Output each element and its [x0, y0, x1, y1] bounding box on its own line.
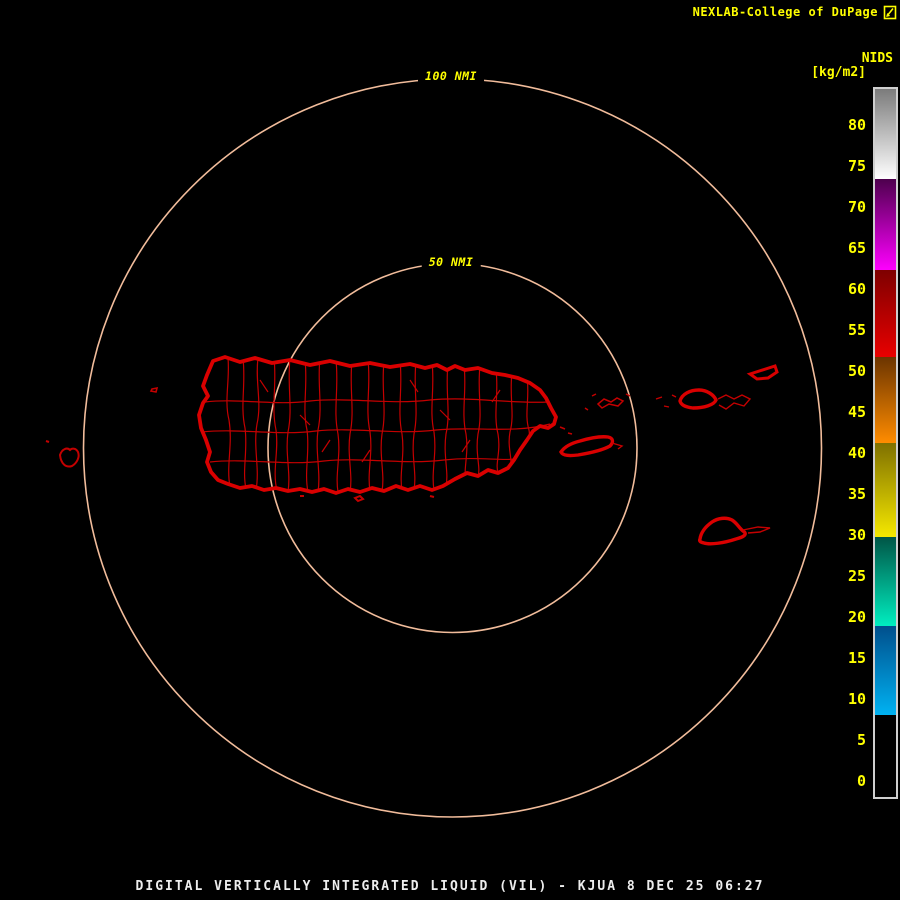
credit-text: NEXLAB-College of DuPage — [692, 5, 878, 19]
product-title: DIGITAL VERTICALLY INTEGRATED LIQUID (VI… — [135, 879, 765, 894]
st-croix-island — [697, 516, 771, 546]
colorbar — [873, 87, 898, 799]
st-john-island — [717, 394, 752, 410]
colorbar-units: [kg/m2] — [811, 65, 866, 80]
tortola-island — [746, 364, 779, 381]
colorbar-segment-teal — [875, 536, 896, 626]
range-ring-50nmi — [267, 262, 638, 634]
st-thomas-island — [655, 388, 752, 410]
mona-islet-dot — [45, 440, 50, 443]
range-ring-label-50nmi: 50 NMI — [421, 255, 481, 269]
desecheo-island — [149, 386, 159, 393]
radar-map — [45, 78, 823, 818]
colorbar-segment-orange — [875, 357, 896, 444]
range-ring-100nmi — [82, 78, 823, 818]
colorbar-segment-magenta — [875, 179, 896, 271]
culebra-island — [559, 393, 631, 435]
colorbar-title: NIDS — [861, 51, 893, 66]
colorbar-segment-red — [875, 270, 896, 358]
colorbar-gradient — [875, 89, 896, 797]
south-coast-islets — [300, 494, 435, 503]
colorbar-segment-black — [875, 715, 896, 797]
dupage-logo-icon — [883, 5, 897, 20]
colorbar-segment-blue — [875, 626, 896, 716]
range-ring-label-100nmi: 100 NMI — [418, 69, 484, 83]
vieques-island — [559, 435, 624, 458]
credit-line: NEXLAB-College of DuPage — [693, 4, 897, 20]
puerto-rico-island — [197, 355, 558, 503]
colorbar-segment-gray — [875, 89, 896, 180]
mona-island — [58, 447, 80, 468]
radar-screen: 100 NMI 50 NMI NEXLAB-College of DuPage … — [0, 0, 900, 900]
puerto-rico-outline — [197, 355, 558, 495]
colorbar-segment-yellow — [875, 443, 896, 537]
range-rings — [82, 78, 823, 818]
